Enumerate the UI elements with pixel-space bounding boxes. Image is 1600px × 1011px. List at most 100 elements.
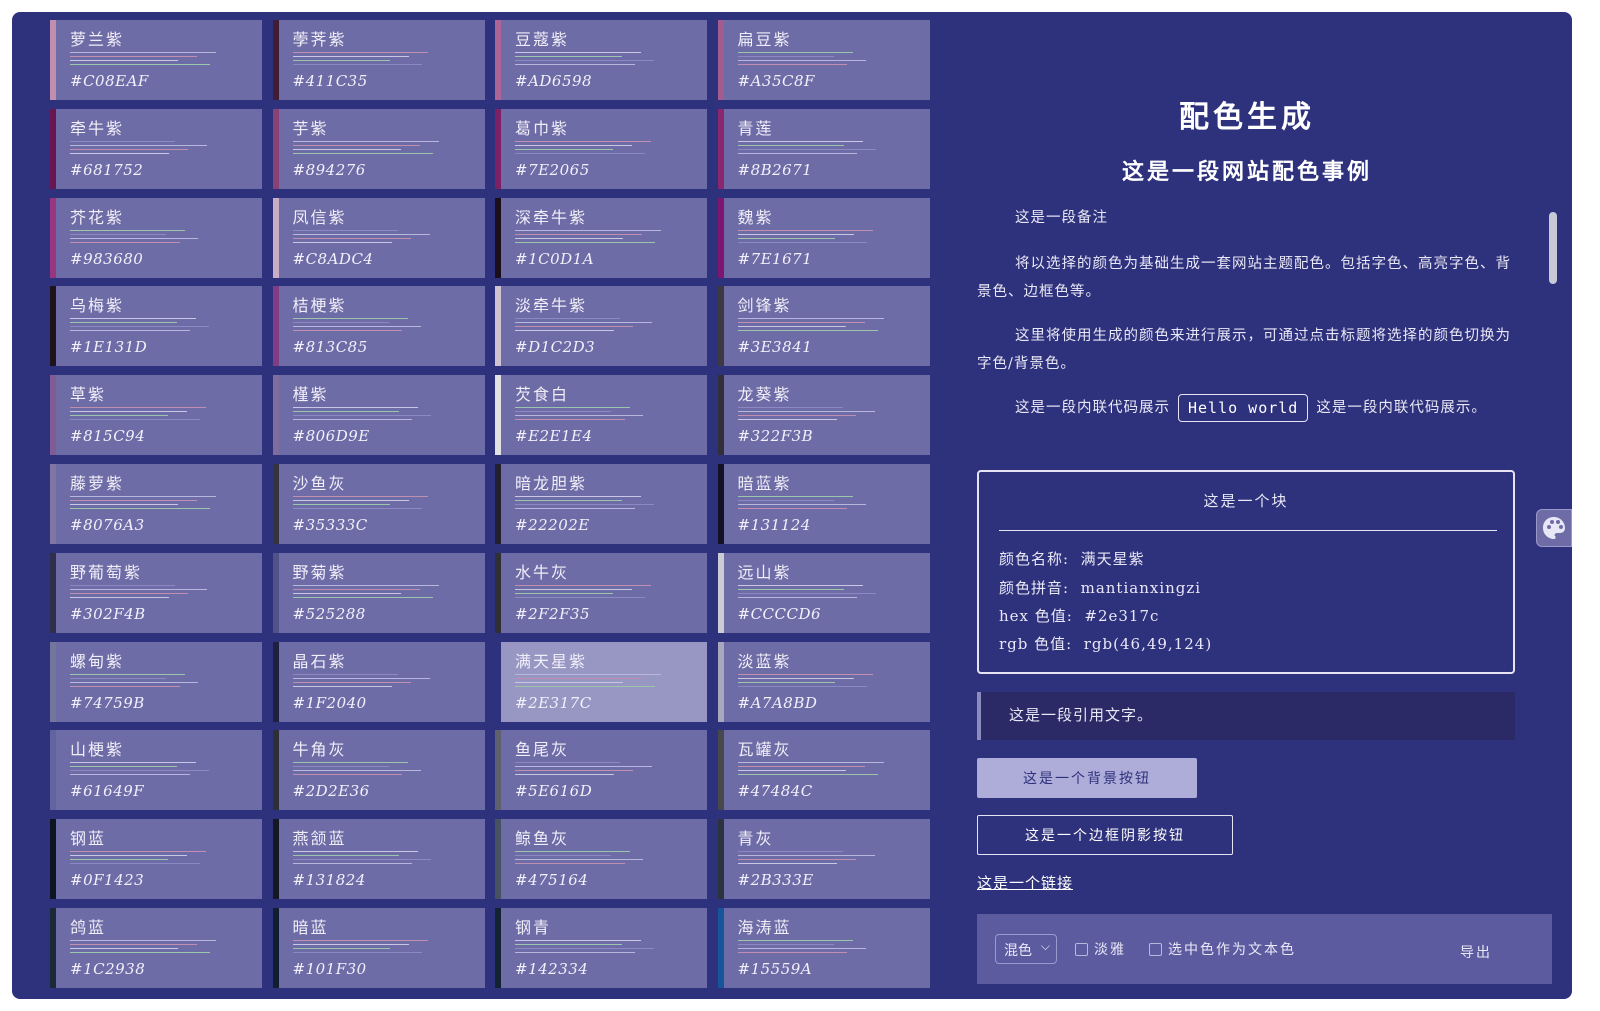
- color-card-bar: [292, 508, 423, 509]
- color-card[interactable]: 草紫 #815C94: [50, 375, 262, 456]
- color-card[interactable]: 芡食白 #E2E1E4: [495, 375, 707, 456]
- color-card-bar: [737, 952, 847, 953]
- color-card-bars: [292, 851, 439, 867]
- color-card-bar: [292, 500, 410, 501]
- page-subtitle[interactable]: 这是一段网站配色事例: [977, 154, 1517, 186]
- color-card-name: 牵牛紫: [70, 118, 125, 138]
- color-card-bar: [70, 64, 211, 65]
- color-card[interactable]: 牵牛紫 #681752: [50, 108, 262, 189]
- color-card-bar: [70, 144, 208, 146]
- color-card-bar: [515, 411, 612, 413]
- color-card[interactable]: 山梗紫 #61649F: [50, 730, 262, 811]
- color-card[interactable]: 野菊紫 #525288: [272, 552, 485, 633]
- color-card[interactable]: 豆蔻紫 #AD6598: [495, 20, 707, 100]
- color-card[interactable]: 桔梗紫 #813C85: [272, 286, 485, 367]
- color-card[interactable]: 沙鱼灰 #35333C: [272, 464, 485, 544]
- color-card[interactable]: 魏紫 #7E1671: [717, 197, 930, 278]
- palette-button[interactable]: [1536, 509, 1572, 547]
- mode-select[interactable]: 混色 ⌵: [995, 934, 1057, 964]
- color-card[interactable]: 鱼尾灰 #5E616D: [495, 730, 707, 811]
- color-card-bar: [737, 415, 856, 417]
- color-card[interactable]: 槿紫 #806D9E: [272, 375, 485, 456]
- color-card-hex: #D1C2D3: [515, 338, 596, 357]
- color-card-bar: [70, 52, 216, 53]
- color-card-name: 葛巾紫: [515, 118, 570, 138]
- color-card[interactable]: 淡蓝紫 #A7A8BD: [717, 641, 930, 722]
- color-card[interactable]: 海涛蓝 #15559A: [717, 908, 930, 988]
- color-card-bar: [515, 863, 625, 865]
- color-card[interactable]: 满天星紫 #2E317C: [495, 641, 707, 722]
- color-card[interactable]: 暗蓝 #101F30: [272, 908, 485, 988]
- color-name-value: 满天星紫: [1080, 550, 1145, 568]
- color-card-hex: #131824: [292, 871, 366, 890]
- border-shadow-button[interactable]: 这是一个边框阴影按钮: [977, 815, 1233, 855]
- color-card-bars: [70, 940, 216, 956]
- color-card[interactable]: 钢青 #142334: [495, 908, 707, 988]
- color-card-hex: #322F3B: [737, 427, 814, 446]
- color-card-bar: [737, 774, 878, 776]
- color-card[interactable]: 晶石紫 #1F2040: [272, 641, 485, 722]
- color-card[interactable]: 藤萝紫 #8076A3: [50, 464, 262, 544]
- inline-code-after: 这是一段内联代码展示。: [1316, 400, 1487, 416]
- color-card[interactable]: 暗龙胆紫 #22202E: [495, 464, 707, 544]
- color-card[interactable]: 暗蓝紫 #131124: [717, 464, 930, 544]
- blockquote: 这是一段引用文字。: [977, 692, 1515, 740]
- color-card[interactable]: 青莲 #8B2671: [717, 108, 930, 189]
- color-card[interactable]: 芋紫 #894276: [272, 108, 485, 189]
- text-color-checkbox-box[interactable]: [1149, 943, 1162, 956]
- color-card-bar: [515, 407, 631, 409]
- color-card[interactable]: 芥花紫 #983680: [50, 197, 262, 278]
- color-card-bar: [737, 318, 884, 320]
- color-card-bar: [737, 948, 866, 949]
- color-card-name: 沙鱼灰: [292, 474, 347, 493]
- page-title[interactable]: 配色生成: [977, 92, 1517, 136]
- color-card[interactable]: 深牵牛紫 #1C0D1A: [495, 197, 707, 278]
- export-button[interactable]: 导出: [1460, 942, 1492, 962]
- color-card-bar: [515, 673, 661, 675]
- text-color-checkbox[interactable]: 选中色作为文本色: [1149, 939, 1296, 959]
- color-card[interactable]: 鲸鱼灰 #475164: [495, 819, 707, 900]
- color-card[interactable]: 乌梅紫 #1E131D: [50, 286, 262, 367]
- color-card[interactable]: 葛巾紫 #7E2065: [495, 108, 707, 189]
- color-card[interactable]: 扁豆紫 #A35C8F: [717, 20, 930, 100]
- color-card[interactable]: 荸荠紫 #411C35: [272, 20, 485, 100]
- color-card[interactable]: 牛角灰 #2D2E36: [272, 730, 485, 811]
- color-card[interactable]: 瓦罐灰 #47484C: [717, 730, 930, 811]
- color-card-hex: #525288: [292, 604, 366, 623]
- elegant-checkbox-box[interactable]: [1075, 943, 1088, 956]
- demo-link[interactable]: 这是一个链接: [977, 872, 1073, 893]
- color-card[interactable]: 野葡萄紫 #302F4B: [50, 552, 262, 633]
- color-card-bar: [70, 770, 209, 772]
- elegant-checkbox[interactable]: 淡雅: [1075, 939, 1126, 959]
- color-card-bar: [292, 685, 392, 687]
- color-card-bar: [515, 415, 644, 417]
- color-card-bar: [292, 584, 439, 586]
- color-card-bar: [737, 859, 856, 861]
- scrollbar-thumb[interactable]: [1549, 212, 1557, 284]
- color-card[interactable]: 水牛灰 #2F2F35: [495, 552, 707, 633]
- color-card[interactable]: 淡牵牛紫 #D1C2D3: [495, 286, 707, 367]
- color-card[interactable]: 青灰 #2B333E: [717, 819, 930, 900]
- color-card-bar: [70, 237, 199, 239]
- color-card-bar: [515, 584, 651, 586]
- color-card-bar: [515, 148, 613, 150]
- color-card[interactable]: 燕颔蓝 #131824: [272, 819, 485, 900]
- color-card-bars: [70, 496, 216, 512]
- color-card-bars: [737, 229, 884, 246]
- color-card[interactable]: 远山紫 #CCCCD6: [717, 552, 930, 633]
- color-card-name: 野菊紫: [292, 562, 347, 582]
- color-card[interactable]: 萝兰紫 #C08EAF: [50, 20, 262, 100]
- color-card-bar: [515, 330, 615, 332]
- color-card-name: 凤信紫: [292, 207, 347, 227]
- color-card[interactable]: 螺甸紫 #74759B: [50, 641, 262, 722]
- color-card-bar: [737, 233, 855, 235]
- background-button[interactable]: 这是一个背景按钮: [977, 758, 1197, 798]
- color-card-bar: [292, 940, 429, 941]
- color-card[interactable]: 龙葵紫 #322F3B: [717, 375, 930, 456]
- color-card[interactable]: 钢蓝 #0F1423: [50, 819, 262, 900]
- color-card[interactable]: 凤信紫 #C8ADC4: [272, 197, 485, 278]
- color-card[interactable]: 鸽蓝 #1C2938: [50, 908, 262, 988]
- color-card-bar: [292, 140, 439, 142]
- color-card-bars: [737, 140, 884, 157]
- color-card[interactable]: 剑锋紫 #3E3841: [717, 286, 930, 367]
